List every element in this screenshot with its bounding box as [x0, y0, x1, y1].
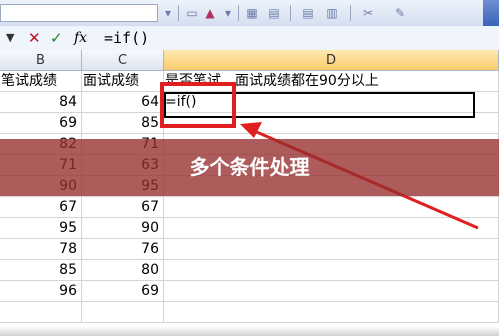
title-banner: 多个条件处理 [0, 139, 499, 196]
banner-title: 多个条件处理 [189, 155, 310, 179]
spreadsheet-window: ▾ ▭ ▲ ▾ ▦ ▤ ▤ ▥ ✂ ✎ ▼ ✕ ✓ fx =if() B C D… [0, 0, 499, 336]
arrow-head [240, 122, 262, 138]
frame-shadow [0, 326, 499, 336]
